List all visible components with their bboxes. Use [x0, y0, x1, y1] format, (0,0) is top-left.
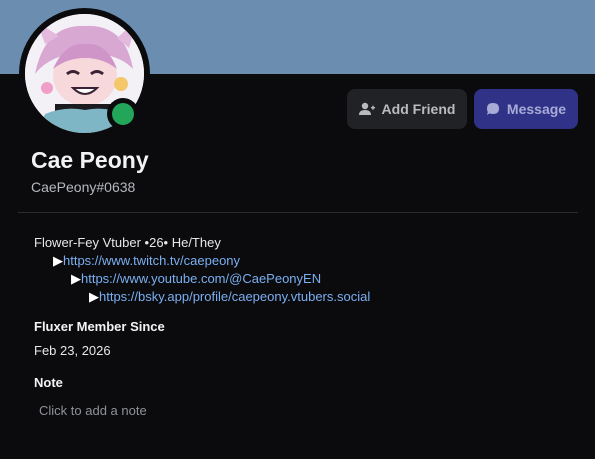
arrow-icon: ▶ [53, 253, 63, 268]
twitch-link[interactable]: https://www.twitch.tv/caepeony [63, 253, 240, 268]
online-status-dot [112, 103, 134, 125]
username: CaePeony#0638 [31, 179, 136, 195]
divider [18, 212, 578, 213]
add-user-icon [358, 102, 375, 115]
bio-headline: Flower-Fey Vtuber •26• He/They [34, 235, 221, 250]
arrow-icon: ▶ [71, 271, 81, 286]
bio-link-row: ▶https://www.twitch.tv/caepeony [34, 252, 370, 270]
display-name: Cae Peony [31, 147, 149, 173]
note-title: Note [34, 375, 63, 390]
online-status-indicator [107, 98, 139, 130]
bio-link-row: ▶https://www.youtube.com/@CaePeonyEN [34, 270, 370, 288]
bluesky-link[interactable]: https://bsky.app/profile/caepeony.vtuber… [99, 289, 370, 304]
bio: Flower-Fey Vtuber •26• He/They ▶https://… [34, 234, 370, 306]
member-since-title: Fluxer Member Since [34, 319, 165, 334]
chat-bubble-icon [486, 103, 499, 115]
youtube-link[interactable]: https://www.youtube.com/@CaePeonyEN [81, 271, 321, 286]
member-since-value: Feb 23, 2026 [34, 343, 111, 358]
add-friend-button[interactable]: Add Friend [347, 89, 467, 129]
bio-link-row: ▶https://bsky.app/profile/caepeony.vtube… [34, 288, 370, 306]
add-friend-label: Add Friend [381, 101, 456, 117]
message-button[interactable]: Message [474, 89, 578, 129]
arrow-icon: ▶ [89, 289, 99, 304]
message-label: Message [506, 101, 567, 117]
note-input[interactable]: Click to add a note [39, 403, 147, 418]
